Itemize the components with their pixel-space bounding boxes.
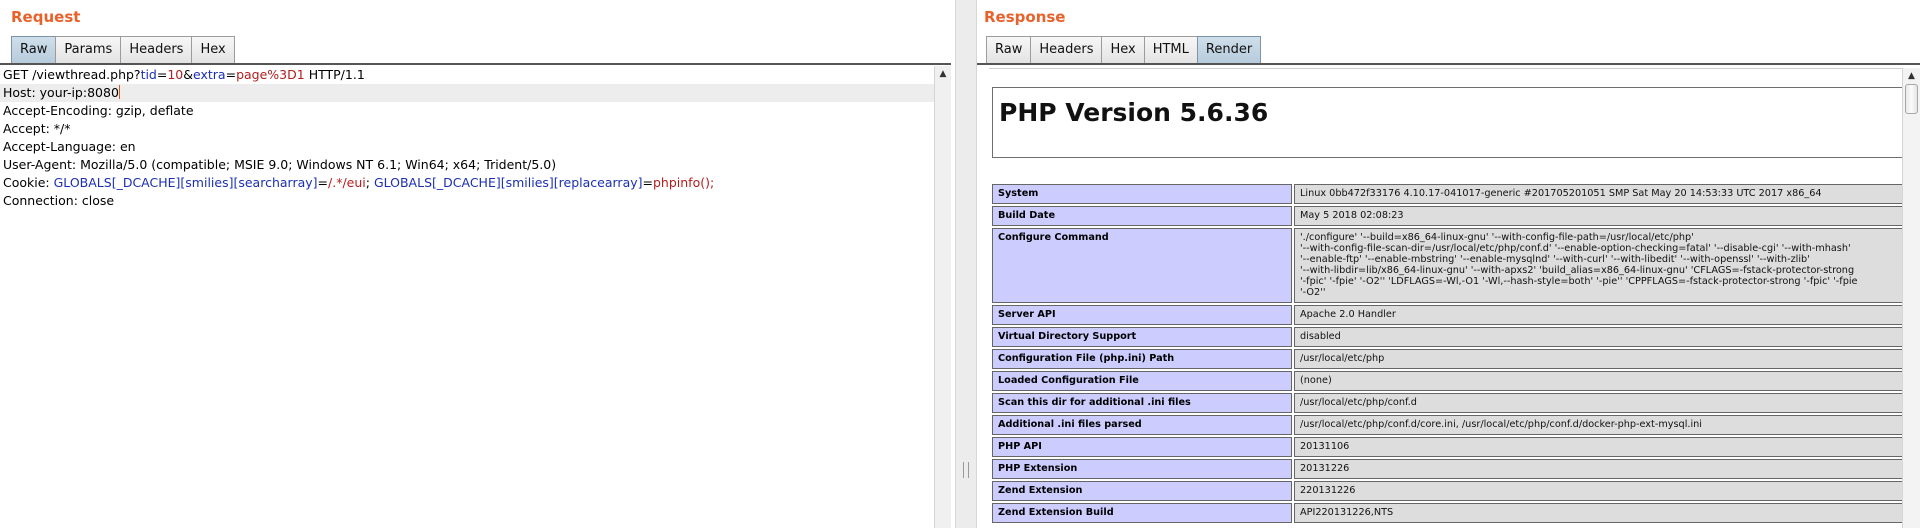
php-version-title: PHP Version 5.6.36 (999, 98, 1269, 127)
row-value: (none) (1294, 371, 1902, 391)
param-eq: = (156, 67, 168, 82)
request-tabs-divider (0, 63, 951, 65)
host-header-text: Host: your-ip:8080 (3, 85, 119, 100)
table-row: Configure Command './configure' '--build=… (992, 228, 1902, 303)
row-label: Configure Command (992, 228, 1292, 303)
request-title: Request (11, 8, 81, 26)
response-tabs-divider (977, 63, 1920, 65)
request-editor[interactable]: GET /viewthread.php?tid=10&extra=page%3D… (0, 66, 934, 528)
row-label: Virtual Directory Support (992, 327, 1292, 347)
row-value: './configure' '--build=x86_64-linux-gnu'… (1294, 228, 1902, 303)
response-tab-html[interactable]: HTML (1143, 36, 1197, 64)
scroll-up-icon[interactable]: ▲ (935, 66, 951, 82)
param-name: extra (193, 67, 226, 82)
request-tabs: Raw Params Headers Hex (11, 36, 235, 64)
cookie-name: GLOBALS[_DCACHE][smilies][searcharray] (53, 175, 318, 190)
row-value: Linux 0bb472f33176 4.10.17-041017-generi… (1294, 184, 1902, 204)
request-line: GET /viewthread.php?tid=10&extra=page%3D… (0, 66, 934, 84)
phpinfo-table: System Linux 0bb472f33176 4.10.17-041017-… (992, 184, 1902, 525)
response-tabs: Raw Headers Hex HTML Render (986, 36, 1262, 64)
rendered-response: PHP Version 5.6.36 System Linux 0bb472f33… (989, 68, 1902, 528)
table-row: PHP API 20131106 (992, 437, 1902, 457)
table-row: Virtual Directory Support disabled (992, 327, 1902, 347)
php-version-header: PHP Version 5.6.36 (992, 87, 1902, 158)
table-row: PHP Extension 20131226 (992, 459, 1902, 479)
row-label: Build Date (992, 206, 1292, 226)
param-sep: & (183, 67, 194, 82)
param-eq: = (225, 67, 237, 82)
cookie-name: GLOBALS[_DCACHE][smilies][replacearray] (373, 175, 643, 190)
pane-splitter[interactable] (955, 0, 977, 528)
request-pane: Request Raw Params Headers Hex GET /view… (0, 0, 955, 528)
row-value: Apache 2.0 Handler (1294, 305, 1902, 325)
row-label: PHP API (992, 437, 1292, 457)
row-value: /usr/local/etc/php/conf.d (1294, 393, 1902, 413)
param-value: 10 (167, 67, 184, 82)
connection-header: Connection: close (3, 193, 115, 208)
user-agent-header: User-Agent: Mozilla/5.0 (compatible; MSI… (3, 157, 557, 172)
accept-encoding-header: Accept-Encoding: gzip, deflate (3, 103, 194, 118)
cookie-header-line: Cookie: GLOBALS[_DCACHE][smilies][search… (0, 174, 934, 192)
table-row: Loaded Configuration File (none) (992, 371, 1902, 391)
cookie-value: phpinfo(); (652, 175, 715, 190)
scroll-thumb[interactable] (1905, 84, 1918, 114)
response-title: Response (984, 8, 1066, 26)
row-label: Zend Extension (992, 481, 1292, 501)
table-row: Additional .ini files parsed/usr/local/e… (992, 415, 1902, 435)
request-tab-params[interactable]: Params (55, 36, 121, 64)
text-cursor (118, 85, 120, 99)
param-value: page%3D1 (236, 67, 305, 82)
request-scrollbar[interactable]: ▲ (934, 66, 951, 528)
row-label: Zend Extension Build (992, 503, 1292, 523)
splitter-grip-icon[interactable] (963, 462, 969, 478)
cookie-value: /.*/eui (328, 175, 366, 190)
row-label: Scan this dir for additional .ini files (992, 393, 1292, 413)
cookie-sep: ; (365, 175, 374, 190)
response-pane: Response Raw Headers Hex HTML Render PHP… (977, 0, 1920, 528)
request-tab-headers[interactable]: Headers (120, 36, 192, 64)
accept-header: Accept: */* (3, 121, 71, 136)
row-label: PHP Extension (992, 459, 1292, 479)
table-row: Zend Extension Build API220131226,NTS (992, 503, 1902, 523)
table-row: Build Date May 5 2018 02:08:23 (992, 206, 1902, 226)
row-value: 220131226 (1294, 481, 1902, 501)
table-row: Configuration File (php.ini) Path/usr/lo… (992, 349, 1902, 369)
response-tab-headers[interactable]: Headers (1030, 36, 1102, 64)
row-value: /usr/local/etc/php (1294, 349, 1902, 369)
row-label: System (992, 184, 1292, 204)
request-tab-hex[interactable]: Hex (191, 36, 235, 64)
row-value: 20131106 (1294, 437, 1902, 457)
table-row: Scan this dir for additional .ini files /… (992, 393, 1902, 413)
request-tab-raw[interactable]: Raw (11, 36, 56, 64)
row-value: disabled (1294, 327, 1902, 347)
row-label: Configuration File (php.ini) Path (992, 349, 1292, 369)
response-tab-raw[interactable]: Raw (986, 36, 1031, 64)
row-value: API220131226,NTS (1294, 503, 1902, 523)
cookie-prefix: Cookie: (3, 175, 54, 190)
cookie-eq: = (317, 175, 329, 190)
row-label: Additional .ini files parsed (992, 415, 1292, 435)
response-tab-render[interactable]: Render (1196, 36, 1262, 64)
response-tab-hex[interactable]: Hex (1101, 36, 1144, 64)
cookie-eq: = (642, 175, 653, 190)
row-value: May 5 2018 02:08:23 (1294, 206, 1902, 226)
table-row: Server API Apache 2.0 Handler (992, 305, 1902, 325)
response-scrollbar[interactable]: ▲ (1902, 68, 1920, 528)
host-header-line: Host: your-ip:8080 (0, 84, 934, 102)
request-line-text: GET /viewthread.php? (3, 67, 141, 82)
accept-language-header: Accept-Language: en (3, 139, 136, 154)
scroll-up-icon[interactable]: ▲ (1903, 68, 1920, 84)
param-name: tid (140, 67, 157, 82)
table-row: Zend Extension 220131226 (992, 481, 1902, 501)
row-value: 20131226 (1294, 459, 1902, 479)
row-label: Loaded Configuration File (992, 371, 1292, 391)
request-protocol: HTTP/1.1 (304, 67, 365, 82)
table-row: System Linux 0bb472f33176 4.10.17-041017-… (992, 184, 1902, 204)
row-value: /usr/local/etc/php/conf.d/core.ini, /usr… (1294, 415, 1902, 435)
row-label: Server API (992, 305, 1292, 325)
